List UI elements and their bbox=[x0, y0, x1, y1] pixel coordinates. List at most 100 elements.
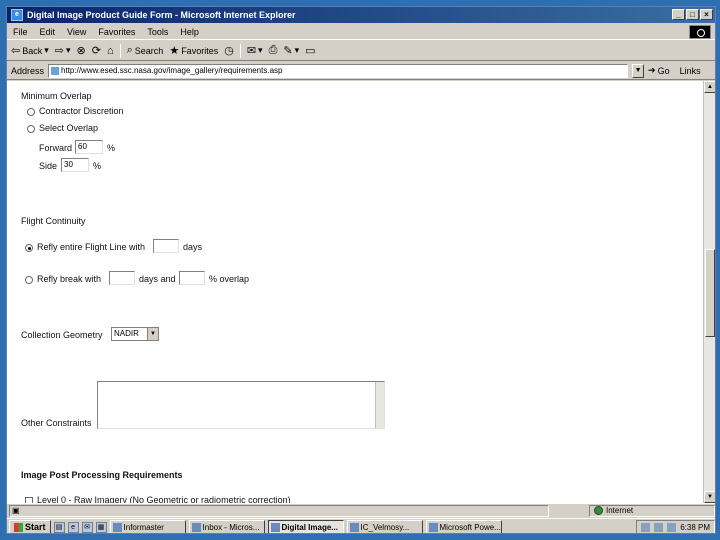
refly-break-radio[interactable] bbox=[25, 276, 33, 284]
refly-break-overlap-input[interactable] bbox=[179, 271, 205, 285]
task-label: Inbox - Micros... bbox=[202, 522, 260, 532]
favorites-button[interactable]: ★ Favorites bbox=[169, 44, 218, 57]
windows-flag-icon bbox=[14, 522, 23, 532]
ie-app-icon: e bbox=[11, 9, 23, 21]
tray-volume-icon[interactable] bbox=[654, 522, 664, 532]
scroll-up-icon[interactable]: ▲ bbox=[704, 81, 715, 93]
menu-file[interactable]: File bbox=[13, 27, 28, 37]
refresh-button[interactable]: ⟳ bbox=[92, 44, 101, 57]
scrollbar-thumb[interactable] bbox=[705, 249, 715, 337]
refly-break-days-label: days and bbox=[139, 274, 176, 284]
forward-unit: % bbox=[107, 143, 116, 153]
window-controls: _ □ × bbox=[672, 9, 713, 20]
ie-throbber-icon bbox=[689, 25, 711, 39]
task-app-icon bbox=[112, 522, 122, 532]
task-app-icon bbox=[349, 522, 359, 532]
task-label: Microsoft Powe... bbox=[439, 522, 501, 532]
menu-view[interactable]: View bbox=[67, 27, 86, 37]
links-button[interactable]: Links bbox=[680, 66, 701, 76]
go-label: Go bbox=[657, 65, 670, 76]
menu-help[interactable]: Help bbox=[180, 27, 199, 37]
mail-icon: ✉ bbox=[246, 45, 257, 57]
tray-app-icon[interactable] bbox=[667, 522, 677, 532]
refly-entire-days-input[interactable] bbox=[153, 239, 179, 253]
menu-favorites[interactable]: Favorites bbox=[98, 27, 135, 37]
refly-break-overlap-label: % overlap bbox=[209, 274, 250, 284]
flight-continuity-heading: Flight Continuity bbox=[21, 216, 86, 226]
favorites-icon: ★ bbox=[169, 45, 180, 57]
menu-edit[interactable]: Edit bbox=[40, 27, 56, 37]
discuss-icon: ▭ bbox=[305, 45, 316, 57]
address-url: http://www.esed.ssc.nasa.gov/image_galle… bbox=[61, 65, 283, 75]
quicklaunch-app-icon[interactable]: ▦ bbox=[95, 521, 107, 533]
close-button[interactable]: × bbox=[700, 9, 713, 20]
search-button[interactable]: ⌕ Search bbox=[127, 44, 164, 57]
refly-break-days-input[interactable] bbox=[109, 271, 135, 285]
toolbar-separator bbox=[119, 43, 121, 58]
print-icon: ⎙ bbox=[268, 44, 278, 56]
minimum-overlap-heading: Minimum Overlap bbox=[21, 91, 92, 101]
maximize-button[interactable]: □ bbox=[686, 9, 699, 20]
address-label: Address bbox=[11, 65, 45, 76]
task-app-icon bbox=[270, 522, 280, 532]
collection-geometry-select[interactable]: NADIR ▼ bbox=[111, 327, 159, 341]
task-digital-image[interactable]: Digital Image... bbox=[267, 520, 344, 533]
go-button[interactable]: ➔ Go bbox=[648, 65, 670, 76]
quicklaunch-outlook-icon[interactable]: ✉ bbox=[81, 521, 93, 533]
window-title: Digital Image Product Guide Form - Micro… bbox=[27, 10, 296, 20]
forward-button[interactable]: ⇨ ▾ bbox=[55, 44, 71, 57]
history-button[interactable]: ◷ bbox=[224, 44, 234, 57]
task-label: Informaster bbox=[123, 522, 164, 532]
print-button[interactable]: ⎙ bbox=[269, 44, 278, 57]
home-icon: ⌂ bbox=[106, 44, 114, 57]
forward-arrow-icon: ⇨ bbox=[54, 45, 64, 57]
task-ic-velmosy[interactable]: IC_Velmosy... bbox=[346, 520, 423, 533]
task-inbox[interactable]: Inbox - Micros... bbox=[188, 520, 265, 533]
task-powerpoint[interactable]: Microsoft Powe... bbox=[425, 520, 502, 533]
refly-entire-label: Refly entire Flight Line with bbox=[37, 242, 146, 252]
forward-label: Forward bbox=[39, 143, 73, 153]
chevron-down-icon: ▾ bbox=[294, 45, 300, 55]
page-content: Minimum Overlap Contractor Discretion Se… bbox=[7, 81, 703, 503]
contractor-discretion-radio[interactable] bbox=[27, 108, 35, 116]
textarea-scrollbar[interactable] bbox=[375, 382, 384, 428]
history-icon: ◷ bbox=[224, 45, 234, 57]
menu-tools[interactable]: Tools bbox=[147, 27, 168, 37]
edit-button[interactable]: ✎ ▾ bbox=[283, 44, 299, 57]
mail-button[interactable]: ✉ ▾ bbox=[247, 44, 263, 57]
chevron-down-icon: ▾ bbox=[44, 45, 49, 55]
tray-network-icon[interactable] bbox=[641, 522, 651, 532]
start-button[interactable]: Start bbox=[9, 520, 51, 533]
task-label: IC_Velmosy... bbox=[360, 522, 410, 532]
stop-button[interactable]: ⊗ bbox=[77, 44, 86, 57]
other-constraints-textarea[interactable] bbox=[97, 381, 385, 429]
quicklaunch-desktop-icon[interactable]: ▤ bbox=[53, 521, 65, 533]
toolbar: ⇦ Back ▾ ⇨ ▾ ⊗ ⟳ ⌂ ⌕ Search ★ Favorites … bbox=[7, 41, 715, 61]
back-button[interactable]: ⇦ Back ▾ bbox=[11, 44, 49, 57]
search-icon: ⌕ bbox=[126, 44, 133, 56]
other-constraints-label: Other Constraints bbox=[21, 418, 92, 428]
status-text: ▣ bbox=[9, 504, 549, 517]
side-label: Side bbox=[39, 161, 58, 171]
quicklaunch-ie-icon[interactable]: e bbox=[67, 521, 79, 533]
address-input[interactable]: http://www.esed.ssc.nasa.gov/image_galle… bbox=[48, 63, 629, 78]
favorites-label: Favorites bbox=[181, 45, 219, 56]
refly-entire-radio[interactable] bbox=[25, 244, 33, 252]
home-button[interactable]: ⌂ bbox=[107, 45, 114, 57]
toolbar-separator bbox=[239, 43, 241, 58]
task-informaster[interactable]: Informaster bbox=[109, 520, 186, 533]
chevron-down-icon: ▼ bbox=[147, 328, 158, 340]
address-dropdown-button[interactable]: ▼ bbox=[632, 63, 645, 78]
forward-overlap-input[interactable]: 60 bbox=[75, 140, 103, 154]
minimize-button[interactable]: _ bbox=[672, 9, 685, 20]
refresh-icon: ⟳ bbox=[91, 45, 101, 57]
clock[interactable]: 6:38 PM bbox=[680, 523, 710, 532]
discuss-button[interactable]: ▭ bbox=[305, 44, 315, 57]
side-overlap-input[interactable]: 30 bbox=[61, 158, 89, 172]
scroll-down-icon[interactable]: ▼ bbox=[704, 491, 715, 503]
vertical-scrollbar[interactable]: ▲ ▼ bbox=[703, 81, 715, 503]
select-overlap-radio[interactable] bbox=[27, 125, 35, 133]
start-label: Start bbox=[25, 522, 46, 532]
page-done-icon: ▣ bbox=[12, 506, 20, 515]
go-arrow-icon: ➔ bbox=[648, 65, 656, 75]
